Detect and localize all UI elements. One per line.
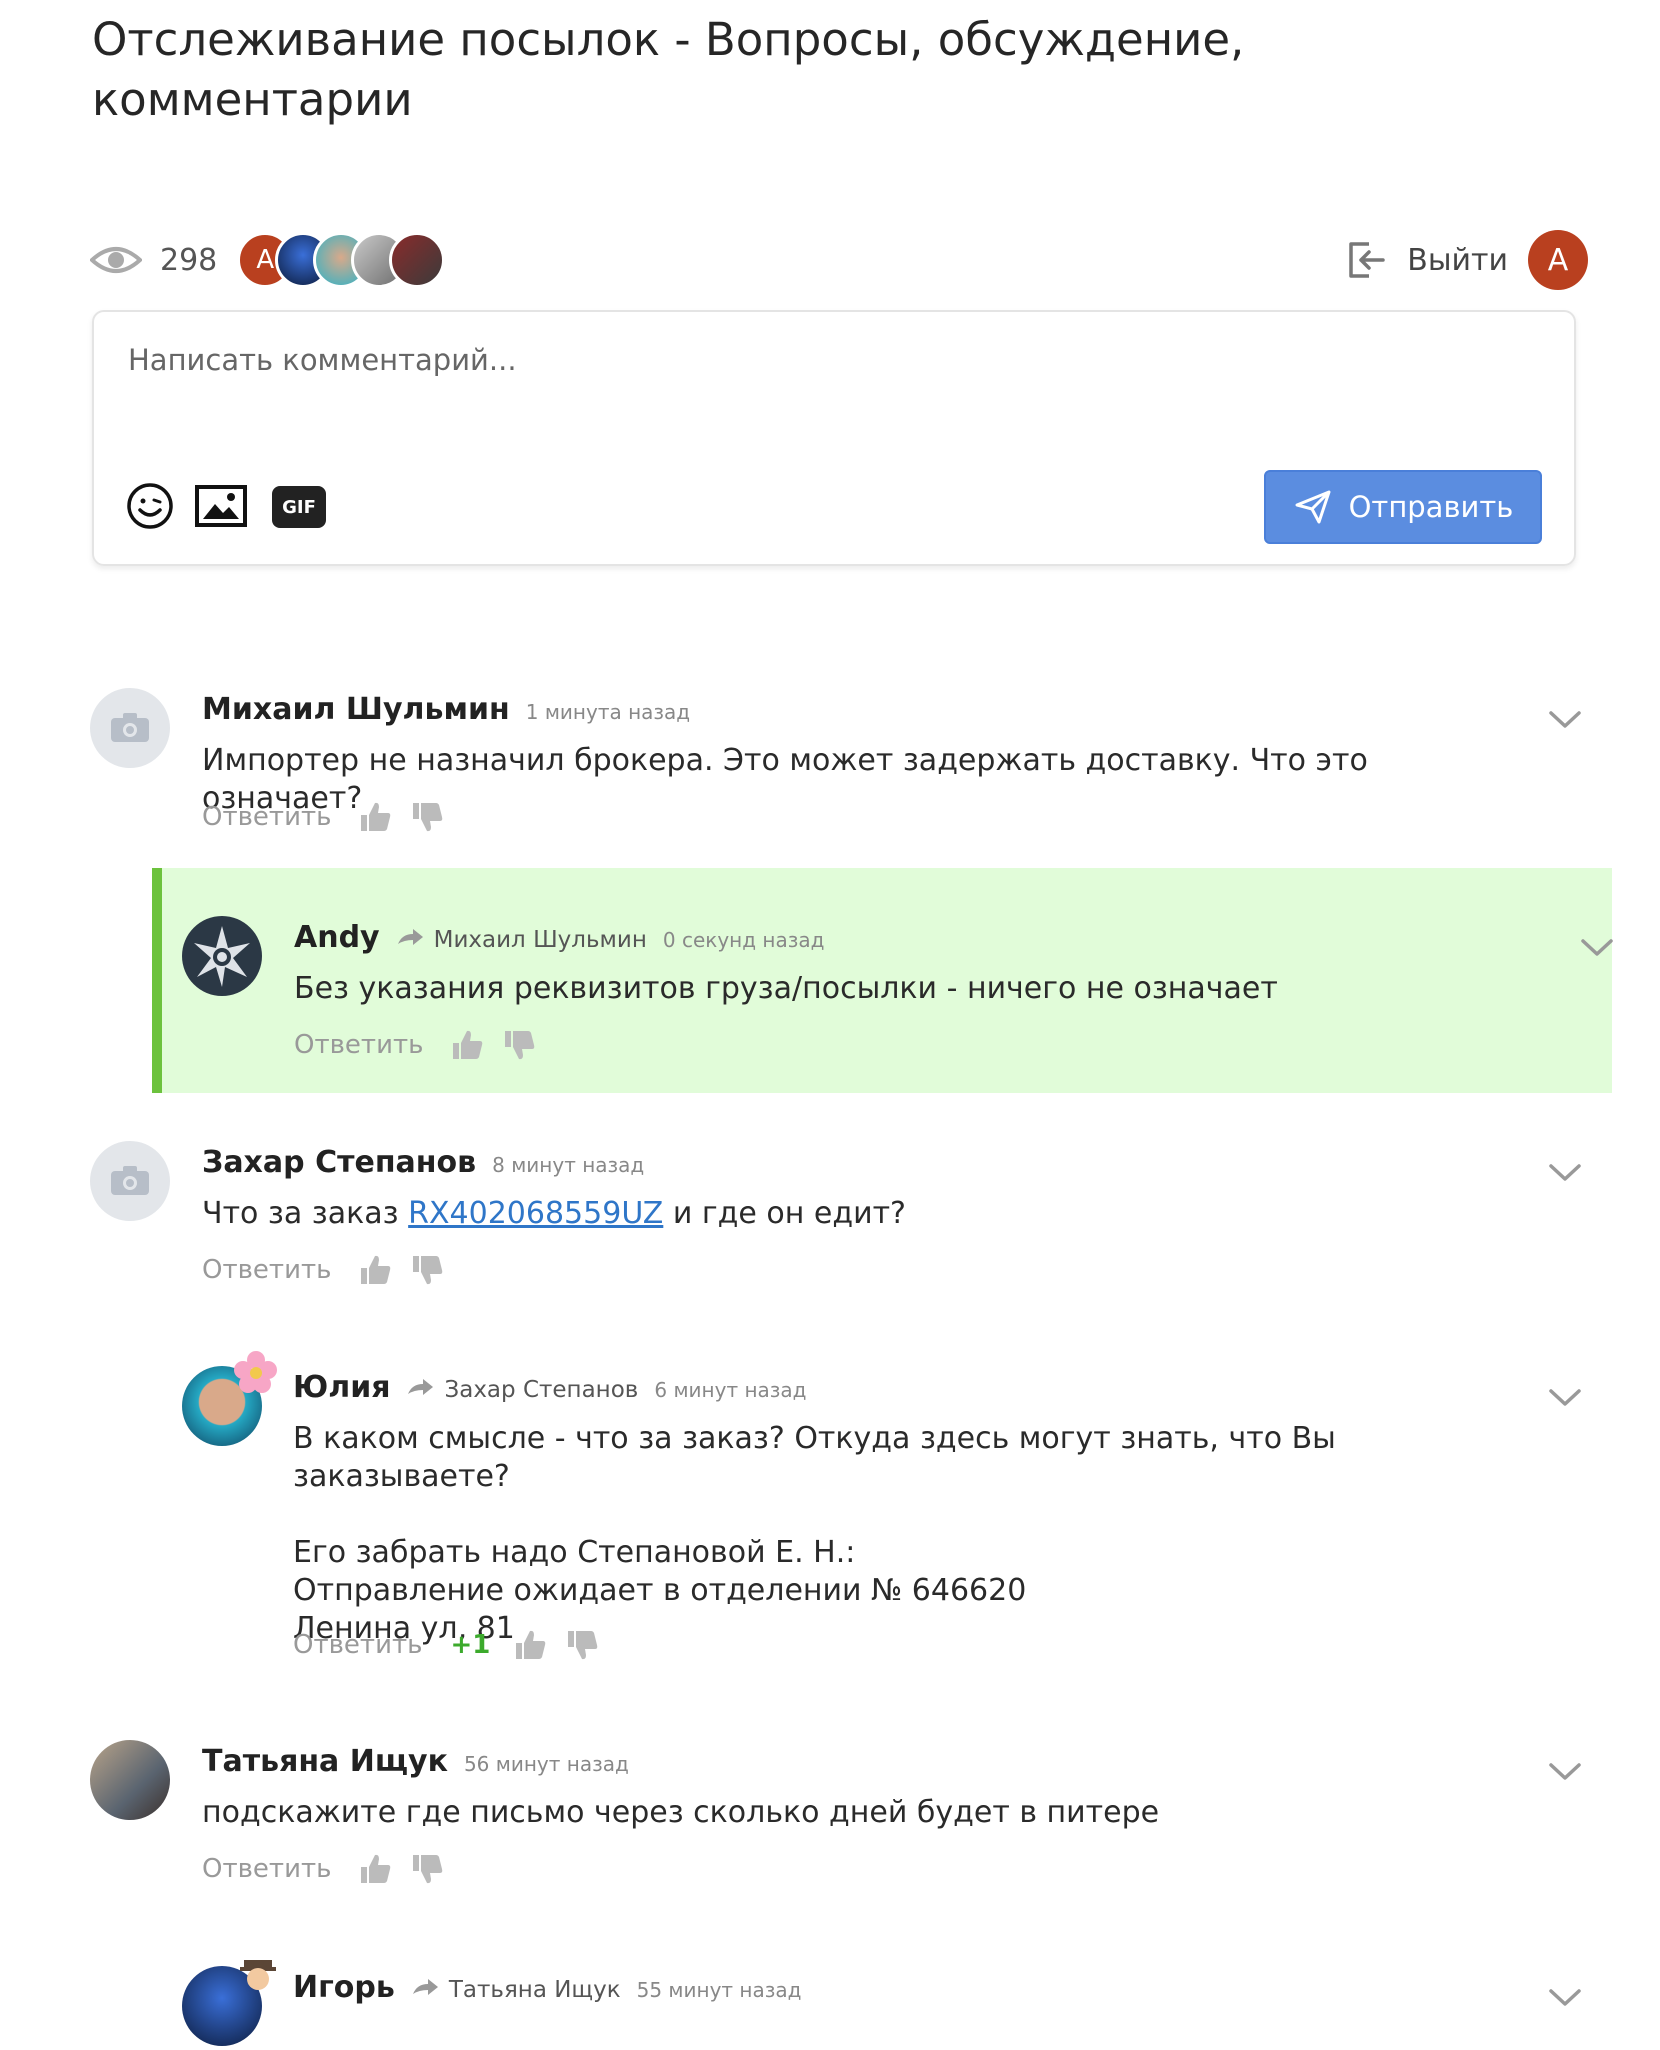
viewers-avatars: A xyxy=(237,232,446,288)
eye-icon xyxy=(90,247,142,273)
comment-text: Без указания реквизитов груза/посылки - … xyxy=(294,971,1278,1006)
highlight-bar xyxy=(152,868,162,1093)
thumbs-up-icon[interactable] xyxy=(359,1253,393,1287)
thumbs-up-icon[interactable] xyxy=(514,1628,548,1662)
reply-button[interactable]: Ответить xyxy=(293,1630,422,1660)
comment-reply: Юлия Захар Степанов 6 минут назад В како… xyxy=(0,1351,1660,1678)
chevron-down-icon[interactable] xyxy=(1548,1988,1582,2008)
comment-actions: Ответить xyxy=(202,800,463,834)
avatar[interactable] xyxy=(90,688,170,768)
emoji-icon[interactable] xyxy=(126,482,174,530)
chevron-down-icon[interactable] xyxy=(1548,1388,1582,1408)
comment-time: 56 минут назад xyxy=(463,1752,629,1776)
reply-button[interactable]: Ответить xyxy=(202,802,331,832)
comment-text-before: Что за заказ xyxy=(202,1196,409,1231)
logout-area: Выйти A xyxy=(1343,228,1588,292)
page-title: Отслеживание посылок - Вопросы, обсужден… xyxy=(92,13,1245,126)
reply-arrow-icon xyxy=(412,1979,438,1995)
comment-input[interactable] xyxy=(126,342,1430,378)
comment-composer: GIF Отправить xyxy=(92,310,1576,566)
thumbs-down-icon[interactable] xyxy=(411,800,445,834)
image-icon[interactable] xyxy=(194,482,248,530)
reply-to-author[interactable]: Захар Степанов xyxy=(444,1377,638,1403)
camera-icon xyxy=(111,713,149,742)
comment-text: В каком смысле - что за заказ? Откуда зд… xyxy=(293,1421,1336,1646)
logout-link[interactable]: Выйти xyxy=(1407,243,1508,278)
comment-text-after: и где он едит? xyxy=(663,1196,906,1231)
thumbs-up-icon[interactable] xyxy=(451,1028,485,1062)
comment-header: Игорь Татьяна Ищук 55 минут назад xyxy=(293,1970,801,2005)
reply-arrow-icon xyxy=(408,1379,434,1395)
chevron-down-icon[interactable] xyxy=(1548,1163,1582,1183)
thumbs-up-icon[interactable] xyxy=(359,1852,393,1886)
comment-header: Захар Степанов 8 минут назад xyxy=(202,1145,644,1180)
comment-time: 8 минут назад xyxy=(492,1153,645,1177)
avatar[interactable] xyxy=(90,1740,170,1820)
thumbs-down-icon[interactable] xyxy=(566,1628,600,1662)
flower-icon xyxy=(234,1351,277,1393)
thumbs-down-icon[interactable] xyxy=(411,1852,445,1886)
comment: Татьяна Ищук 56 минут назад подскажите г… xyxy=(0,1732,1660,1912)
tracking-link[interactable]: RX402068559UZ xyxy=(408,1196,663,1231)
viewer-initial: A xyxy=(256,245,275,275)
user-avatar[interactable]: A xyxy=(1528,230,1588,290)
detective-emoji-icon xyxy=(240,1960,276,1990)
comment-header: Татьяна Ищук 56 минут назад xyxy=(202,1744,629,1779)
comment-author[interactable]: Юлия xyxy=(293,1370,390,1405)
stats-bar: 298 A xyxy=(90,228,446,292)
star-badge-icon xyxy=(194,926,250,987)
logout-icon[interactable] xyxy=(1343,238,1387,282)
comment-header: Юлия Захар Степанов 6 минут назад xyxy=(293,1370,807,1405)
vote-score: +1 xyxy=(450,1630,491,1660)
thumbs-down-icon[interactable] xyxy=(411,1253,445,1287)
reply-arrow-icon xyxy=(397,929,423,945)
comment-actions: Ответить +1 xyxy=(293,1628,618,1662)
viewer-avatar[interactable] xyxy=(389,232,446,288)
gif-button[interactable]: GIF xyxy=(272,486,326,528)
comment-time: 55 минут назад xyxy=(636,1978,802,2002)
thumbs-down-icon[interactable] xyxy=(503,1028,537,1062)
comment: Михаил Шульмин 1 минута назад Импортер н… xyxy=(0,680,1660,850)
comment-author[interactable]: Михаил Шульмин xyxy=(202,692,510,727)
chevron-down-icon[interactable] xyxy=(1548,1762,1582,1782)
reply-button[interactable]: Ответить xyxy=(202,1255,331,1285)
chevron-down-icon[interactable] xyxy=(1548,710,1582,730)
comment-author[interactable]: Захар Степанов xyxy=(202,1145,476,1180)
send-button[interactable]: Отправить xyxy=(1264,470,1542,544)
comment-text: подскажите где письмо через сколько дней… xyxy=(202,1795,1160,1830)
reply-to-author[interactable]: Михаил Шульмин xyxy=(434,927,647,953)
send-label: Отправить xyxy=(1348,490,1514,524)
avatar[interactable] xyxy=(182,916,262,996)
view-count: 298 xyxy=(160,242,218,278)
camera-icon xyxy=(111,1166,149,1195)
reply-to-author[interactable]: Татьяна Ищук xyxy=(449,1977,621,2003)
comment-author[interactable]: Игорь xyxy=(293,1970,395,2005)
comment-actions: Ответить xyxy=(202,1852,463,1886)
send-icon xyxy=(1295,490,1331,524)
thumbs-up-icon[interactable] xyxy=(359,800,393,834)
reply-button[interactable]: Ответить xyxy=(294,1030,423,1060)
chevron-down-icon[interactable] xyxy=(1580,938,1614,958)
comment-time: 0 секунд назад xyxy=(662,928,825,952)
comment: Захар Степанов 8 минут назад Что за зака… xyxy=(0,1133,1660,1313)
comments-page: Отслеживание посылок - Вопросы, обсужден… xyxy=(0,0,1660,2050)
reply-button[interactable]: Ответить xyxy=(202,1854,331,1884)
comment-reply: Игорь Татьяна Ищук 55 минут назад xyxy=(0,1958,1660,2050)
comment-header: Михаил Шульмин 1 минута назад xyxy=(202,692,690,727)
comment-actions: Ответить xyxy=(202,1253,463,1287)
comment-text: Что за заказ RX402068559UZ и где он едит… xyxy=(202,1195,1502,1233)
comment-header: Andy Михаил Шульмин 0 секунд назад xyxy=(294,920,825,955)
avatar[interactable] xyxy=(90,1141,170,1221)
comment-author[interactable]: Татьяна Ищук xyxy=(202,1744,448,1779)
comment-actions: Ответить xyxy=(294,1028,555,1062)
comment-reply-highlighted: Andy Михаил Шульмин 0 секунд назад Без у… xyxy=(152,868,1614,1093)
comment-author[interactable]: Andy xyxy=(294,920,380,955)
comment-time: 1 минута назад xyxy=(525,700,691,724)
comment-time: 6 минут назад xyxy=(654,1378,807,1402)
